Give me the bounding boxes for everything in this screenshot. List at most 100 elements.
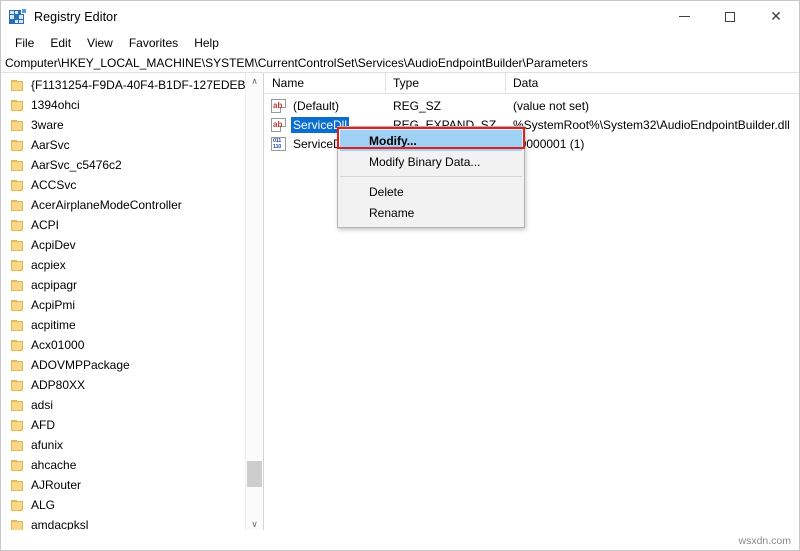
tree-item[interactable]: {F1131254-F9DA-40F4-B1DF-127EDEB212F( (1, 75, 245, 95)
context-menu-item-modify[interactable]: Modify... (340, 130, 522, 151)
folder-icon (11, 379, 24, 391)
tree-item-label: acpiex (31, 258, 66, 272)
tree-item-label: ADOVMPPackage (31, 358, 130, 372)
value-data-cell: (value not set) (513, 98, 590, 113)
tree-vscroll-thumb[interactable] (247, 461, 262, 487)
folder-icon (11, 419, 24, 431)
folder-icon (11, 239, 24, 251)
folder-icon (11, 319, 24, 331)
tree-item[interactable]: acpitime (1, 315, 245, 335)
tree-item-label: AJRouter (31, 478, 82, 492)
tree-item[interactable]: AcerAirplaneModeController (1, 195, 245, 215)
registry-editor-icon (9, 8, 27, 25)
value-type-cell: REG_SZ (393, 98, 442, 113)
context-menu-item-rename[interactable]: Rename (338, 202, 524, 223)
folder-icon (11, 119, 24, 131)
registry-key-list: {F1131254-F9DA-40F4-B1DF-127EDEB212F( 139… (1, 75, 245, 550)
folder-icon (11, 139, 24, 151)
tree-item-label: adsi (31, 398, 54, 412)
context-menu-item-delete[interactable]: Delete (338, 181, 524, 202)
context-menu-separator (340, 176, 522, 177)
tree-item-label: 3ware (31, 118, 64, 132)
tree-item[interactable]: ADP80XX (1, 375, 245, 395)
tree-item[interactable]: acpiex (1, 255, 245, 275)
tree-item-label: ACPI (31, 218, 60, 232)
menu-file[interactable]: File (7, 34, 42, 52)
tree-item[interactable]: Acx01000 (1, 335, 245, 355)
tree-vertical-scrollbar[interactable]: ∧ ∨ (245, 73, 262, 533)
close-icon: ✕ (770, 8, 782, 25)
column-header-data[interactable]: Data (506, 73, 799, 94)
folder-icon (11, 459, 24, 471)
window-controls: ✕ (661, 1, 799, 32)
folder-icon (11, 439, 24, 451)
menu-help[interactable]: Help (186, 34, 227, 52)
menu-favorites[interactable]: Favorites (121, 34, 186, 52)
tree-item-label: AcpiDev (31, 238, 76, 252)
tree-item[interactable]: ADOVMPPackage (1, 355, 245, 375)
tree-item[interactable]: AarSvc_c5476c2 (1, 155, 245, 175)
tree-item[interactable]: adsi (1, 395, 245, 415)
tree-item[interactable]: acpipagr (1, 275, 245, 295)
folder-icon (11, 499, 24, 511)
context-menu-item-modify-binary-data[interactable]: Modify Binary Data... (338, 151, 524, 172)
tree-item-label: AarSvc (31, 138, 70, 152)
tree-item[interactable]: ahcache (1, 455, 245, 475)
registry-path-text: Computer\HKEY_LOCAL_MACHINE\SYSTEM\Curre… (5, 55, 588, 70)
tree-item-label: AFD (31, 418, 55, 432)
watermark-text: wsxdn.com (738, 535, 791, 547)
folder-icon (11, 219, 24, 231)
folder-icon (11, 259, 24, 271)
folder-icon (11, 179, 24, 191)
column-header-type[interactable]: Type (386, 73, 506, 94)
menu-view[interactable]: View (79, 34, 121, 52)
binary-value-icon (271, 136, 286, 151)
tree-item[interactable]: ALG (1, 495, 245, 515)
tree-item-label: {F1131254-F9DA-40F4-B1DF-127EDEB212F( (31, 78, 245, 92)
tree-item[interactable]: 3ware (1, 115, 245, 135)
tree-item[interactable]: AcpiPmi (1, 295, 245, 315)
value-name-cell: (Default) (265, 98, 386, 114)
tree-item-label: ahcache (31, 458, 77, 472)
tree-item[interactable]: ACCSvc (1, 175, 245, 195)
value-data-cell: %SystemRoot%\System32\AudioEndpointBuild… (513, 117, 790, 132)
tree-item[interactable]: AcpiDev (1, 235, 245, 255)
close-button[interactable]: ✕ (753, 1, 799, 32)
tree-item-label: afunix (31, 438, 64, 452)
column-header-name[interactable]: Name (265, 73, 386, 94)
window-title: Registry Editor (34, 9, 118, 24)
tree-item-label: acpipagr (31, 278, 78, 292)
tree-item[interactable]: AarSvc (1, 135, 245, 155)
registry-editor-window: Registry Editor ✕ File Edit View Favorit… (0, 0, 800, 551)
tree-item-label: AcpiPmi (31, 298, 76, 312)
tree-item[interactable]: AFD (1, 415, 245, 435)
tree-item-label: ADP80XX (31, 378, 86, 392)
address-bar[interactable]: Computer\HKEY_LOCAL_MACHINE\SYSTEM\Curre… (1, 53, 799, 73)
tree-item[interactable]: afunix (1, 435, 245, 455)
title-bar: Registry Editor ✕ (1, 1, 799, 32)
tree-item-label: AcerAirplaneModeController (31, 198, 182, 212)
scroll-up-icon[interactable]: ∧ (246, 73, 263, 90)
tree-item[interactable]: ACPI (1, 215, 245, 235)
folder-icon (11, 99, 24, 111)
string-value-icon (271, 117, 286, 132)
tree-item-label: Acx01000 (31, 338, 85, 352)
folder-icon (11, 159, 24, 171)
menu-edit[interactable]: Edit (42, 34, 79, 52)
tree-item[interactable]: AJRouter (1, 475, 245, 495)
folder-icon (11, 399, 24, 411)
folder-icon (11, 359, 24, 371)
value-data-cell: 00000001 (1) (513, 136, 585, 151)
string-value-icon (271, 98, 286, 113)
tree-item[interactable]: 1394ohci (1, 95, 245, 115)
maximize-button[interactable] (707, 1, 753, 32)
registry-tree-pane[interactable]: {F1131254-F9DA-40F4-B1DF-127EDEB212F( 139… (1, 73, 264, 550)
tree-item-label: acpitime (31, 318, 76, 332)
value-row[interactable]: (Default) REG_SZ (value not set) (265, 96, 799, 115)
context-menu[interactable]: Modify... Modify Binary Data... Delete R… (337, 126, 525, 228)
tree-item-label: 1394ohci (31, 98, 80, 112)
tree-item-label: AarSvc_c5476c2 (31, 158, 122, 172)
folder-icon (11, 279, 24, 291)
tree-item-label: ACCSvc (31, 178, 77, 192)
minimize-button[interactable] (661, 1, 707, 32)
